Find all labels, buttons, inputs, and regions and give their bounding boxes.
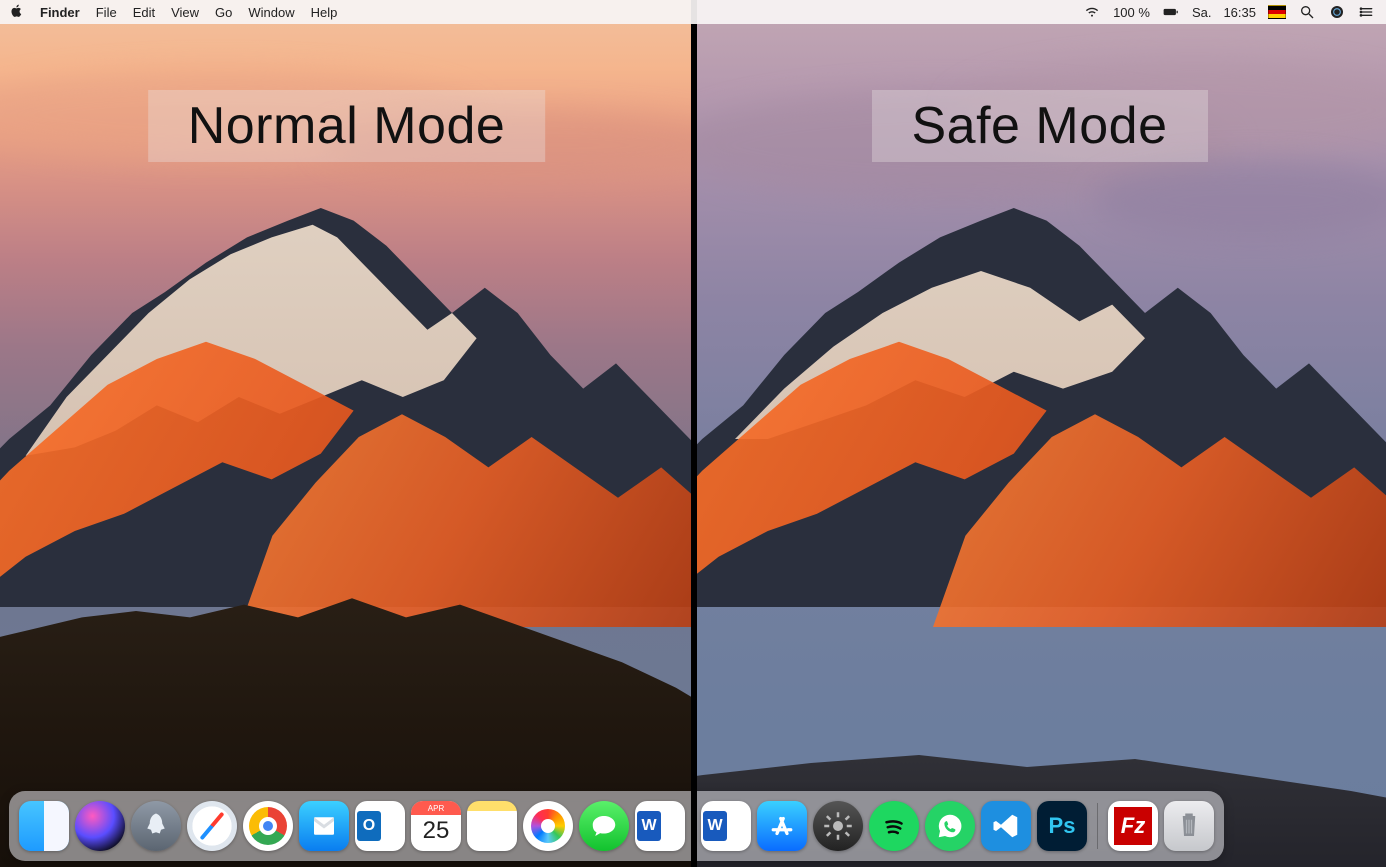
siri-menubar-icon[interactable] (1328, 3, 1346, 21)
whatsapp-icon (935, 811, 965, 841)
dock-appstore[interactable] (757, 801, 807, 851)
menu-file[interactable]: File (96, 5, 117, 20)
dock-right: W Ps Fz (693, 791, 1224, 861)
menu-go[interactable]: Go (215, 5, 232, 20)
menubar-app-name[interactable]: Finder (40, 5, 80, 20)
dock-siri[interactable] (75, 801, 125, 851)
notification-center-icon[interactable] (1358, 3, 1376, 21)
dock-messages[interactable] (579, 801, 629, 851)
clock-day: Sa. (1192, 5, 1212, 20)
menu-window[interactable]: Window (248, 5, 294, 20)
split-divider (691, 0, 697, 867)
apple-menu[interactable] (10, 4, 24, 21)
input-source-flag[interactable] (1268, 3, 1286, 21)
menu-view[interactable]: View (171, 5, 199, 20)
dock-filezilla[interactable]: Fz (1108, 801, 1158, 851)
dock-mail[interactable] (299, 801, 349, 851)
dock-left: O APR 25 W (9, 791, 693, 861)
rocket-icon (141, 811, 171, 841)
battery-icon[interactable] (1162, 3, 1180, 21)
dock-photos[interactable] (523, 801, 573, 851)
dock-vscode[interactable] (981, 801, 1031, 851)
calendar-month: APR (411, 801, 461, 815)
menu-help[interactable]: Help (311, 5, 338, 20)
ps-label: Ps (1049, 813, 1076, 839)
dock-spotify[interactable] (869, 801, 919, 851)
spotlight-icon[interactable] (1298, 3, 1316, 21)
desktop-safe-mode: Safe Mode W Ps Fz (693, 0, 1386, 867)
mode-label-safe: Safe Mode (872, 90, 1208, 162)
dock-outlook[interactable]: O (355, 801, 405, 851)
bubble-icon (589, 811, 619, 841)
dock-chrome[interactable] (243, 801, 293, 851)
dock-calendar[interactable]: APR 25 (411, 801, 461, 851)
fz-label: Fz (1114, 807, 1152, 845)
appstore-a-icon (767, 811, 797, 841)
desktop-normal-mode: Normal Mode O APR 25 W (0, 0, 693, 867)
trash-icon (1174, 811, 1204, 841)
calendar-day: 25 (411, 817, 461, 845)
dock-word-left[interactable]: W (635, 801, 685, 851)
vscode-icon (991, 811, 1021, 841)
dock-notes[interactable] (467, 801, 517, 851)
clock-time: 16:35 (1223, 5, 1256, 20)
menubar: Finder File Edit View Go Window Help 100… (0, 0, 1386, 24)
dock-separator (1097, 803, 1098, 849)
apple-logo-icon (10, 4, 24, 18)
dock-photoshop[interactable]: Ps (1037, 801, 1087, 851)
dock-finder[interactable] (19, 801, 69, 851)
menu-edit[interactable]: Edit (133, 5, 155, 20)
dock-safari[interactable] (187, 801, 237, 851)
dock-launchpad[interactable] (131, 801, 181, 851)
dock-word-right[interactable]: W (701, 801, 751, 851)
dock-whatsapp[interactable] (925, 801, 975, 851)
gear-icon (823, 811, 853, 841)
dock-system-preferences[interactable] (813, 801, 863, 851)
spotify-icon (879, 811, 909, 841)
flag-germany-icon (1268, 5, 1286, 19)
dock-trash[interactable] (1164, 801, 1214, 851)
mode-label-normal: Normal Mode (148, 90, 546, 162)
stamp-icon (309, 811, 339, 841)
wifi-icon[interactable] (1083, 3, 1101, 21)
battery-percent: 100 % (1113, 5, 1150, 20)
